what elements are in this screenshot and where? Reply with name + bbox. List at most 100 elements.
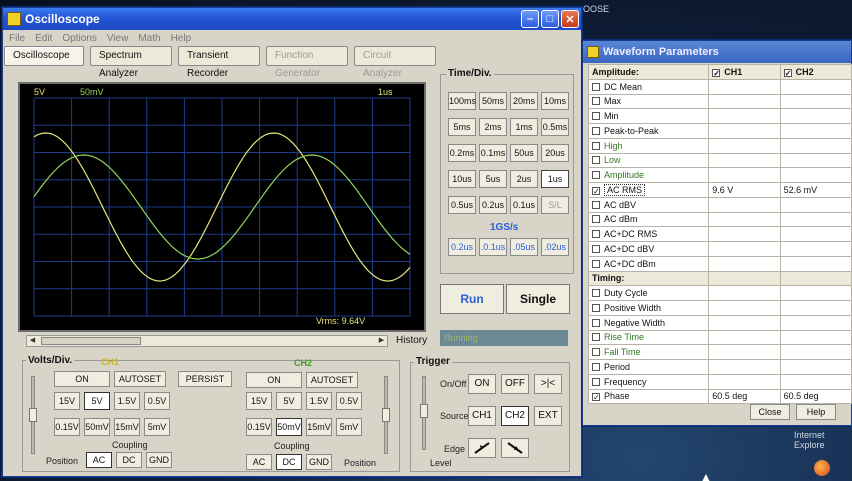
parameter-checkbox[interactable] — [592, 244, 600, 253]
ch1-position-knob[interactable] — [29, 408, 37, 422]
fast-timediv-button[interactable]: 0.2us — [448, 238, 476, 256]
timediv-button[interactable]: 10us — [448, 170, 476, 188]
parameter-checkbox[interactable]: ✓ — [592, 393, 600, 402]
maximize-button[interactable]: □ — [541, 10, 559, 28]
parameter-row[interactable]: DC Mean — [587, 78, 852, 95]
timediv-button[interactable]: 5us — [479, 170, 507, 188]
parameter-checkbox[interactable] — [592, 112, 600, 121]
ch1-volts-button[interactable]: 0.15V — [54, 418, 80, 436]
trigger-source-ch2-button[interactable]: CH2 — [501, 406, 529, 426]
menu-help[interactable]: Help — [171, 33, 192, 44]
parameter-row[interactable]: AC+DC dBV — [587, 241, 852, 257]
ch2-column-header[interactable]: ✓ CH2 — [779, 64, 852, 80]
menu-view[interactable]: View — [107, 33, 129, 44]
parameter-row[interactable]: ✓ AC RMS 9.6 V 52.6 mV — [587, 182, 852, 198]
parameter-row[interactable]: AC+DC RMS — [587, 226, 852, 242]
parameter-row[interactable]: Positive Width — [587, 300, 852, 316]
fast-timediv-button[interactable]: .02us — [541, 238, 569, 256]
parameter-row[interactable]: Duty Cycle — [587, 285, 852, 301]
parameter-row[interactable]: AC+DC dBm — [587, 255, 852, 272]
ch1-volts-button[interactable]: 0.5V — [144, 392, 170, 410]
trigger-source-ch1-button[interactable]: CH1 — [468, 406, 496, 426]
parameter-checkbox[interactable] — [592, 171, 600, 180]
timediv-button[interactable]: 50ms — [479, 92, 507, 110]
trigger-on-button[interactable]: ON — [468, 374, 496, 394]
parameter-row[interactable]: Low — [587, 152, 852, 169]
falling-edge-button[interactable] — [501, 438, 529, 458]
ch2-volts-button[interactable]: 15mV — [306, 418, 332, 436]
ch1-coupling-gnd-button[interactable]: GND — [146, 452, 172, 468]
ch1-volts-button[interactable]: 50mV — [84, 418, 110, 436]
tab-circuit-analyzer[interactable]: Circuit Analyzer — [354, 46, 436, 79]
parameter-checkbox[interactable] — [592, 230, 600, 239]
scope-display[interactable]: 5V 50mV 1us Vrms: 9.64V — [18, 82, 426, 332]
timediv-button[interactable]: 2us — [510, 170, 538, 188]
ch2-coupling-gnd-button[interactable]: GND — [306, 454, 332, 470]
fast-timediv-button[interactable]: .05us — [510, 238, 538, 256]
menu-math[interactable]: Math — [138, 33, 160, 44]
menu-options[interactable]: Options — [62, 33, 96, 44]
parameter-row[interactable]: Negative Width — [587, 314, 852, 331]
parameter-row[interactable]: Peak-to-Peak — [587, 123, 852, 139]
trigger-center-button[interactable]: >|< — [534, 374, 562, 394]
timediv-button[interactable]: 20us — [541, 144, 569, 162]
tab-function-generator[interactable]: Function Generator — [266, 46, 348, 79]
ch1-autoset-button[interactable]: AUTOSET — [114, 371, 166, 387]
ch2-volts-button[interactable]: 5mV — [336, 418, 362, 436]
scroll-left-icon[interactable]: ◀ — [27, 336, 38, 346]
parameter-checkbox[interactable] — [592, 200, 600, 209]
timediv-button[interactable]: 2ms — [479, 118, 507, 136]
parameter-row[interactable]: Amplitude — [587, 167, 852, 183]
ch1-volts-button[interactable]: 15V — [54, 392, 80, 410]
parameter-row[interactable]: Period — [587, 359, 852, 375]
parameter-checkbox[interactable] — [592, 126, 600, 135]
ch1-coupling-ac-button[interactable]: AC — [86, 452, 112, 468]
timediv-button[interactable]: 5ms — [448, 118, 476, 136]
parameter-row[interactable]: AC dBV — [587, 196, 852, 213]
tab-spectrum-analyzer[interactable]: Spectrum Analyzer — [90, 46, 172, 79]
run-button[interactable]: Run — [440, 284, 504, 314]
ch1-column-header[interactable]: ✓ CH1 — [708, 64, 781, 80]
parameter-row[interactable]: High — [587, 137, 852, 154]
menu-file[interactable]: File — [9, 33, 25, 44]
timediv-button[interactable]: 100ms — [448, 92, 476, 110]
ch2-volts-button[interactable]: 0.5V — [336, 392, 362, 410]
parameter-checkbox[interactable]: ✓ — [592, 186, 600, 195]
ch2-autoset-button[interactable]: AUTOSET — [306, 372, 358, 388]
minimize-button[interactable]: – — [521, 10, 539, 28]
tab-oscilloscope[interactable]: Oscilloscope — [4, 46, 84, 66]
scroll-right-icon[interactable]: ▶ — [376, 336, 387, 346]
help-params-button[interactable]: Help — [796, 404, 836, 420]
timediv-button[interactable]: 0.1ms — [479, 144, 507, 162]
rising-edge-button[interactable] — [468, 438, 496, 458]
ch1-volts-button[interactable]: 5mV — [144, 418, 170, 436]
parameter-row[interactable]: ✓ Phase 60.5 deg 60.5 deg — [587, 388, 852, 405]
timediv-button[interactable]: 10ms — [541, 92, 569, 110]
scroll-thumb[interactable] — [41, 337, 141, 345]
parameter-row[interactable]: AC dBm — [587, 211, 852, 228]
parameter-checkbox[interactable] — [592, 141, 600, 150]
parameter-checkbox[interactable] — [592, 318, 600, 327]
ch1-volts-button[interactable]: 1.5V — [114, 392, 140, 410]
ch1-enabled-checkbox[interactable]: ✓ — [712, 68, 721, 77]
timediv-button[interactable]: 1us — [541, 170, 569, 188]
parameter-row[interactable]: Fall Time — [587, 344, 852, 360]
ch2-volts-button[interactable]: 15V — [246, 392, 272, 410]
ch1-coupling-dc-button[interactable]: DC — [116, 452, 142, 468]
ch2-volts-button[interactable]: 5V — [276, 392, 302, 410]
ch2-volts-button[interactable]: 0.15V — [246, 418, 272, 436]
parameter-checkbox[interactable] — [592, 348, 600, 357]
fast-timediv-button[interactable]: .0.1us — [479, 238, 507, 256]
parameter-checkbox[interactable] — [592, 82, 600, 91]
parameter-row[interactable]: Rise Time — [587, 329, 852, 346]
menu-edit[interactable]: Edit — [35, 33, 52, 44]
parameter-checkbox[interactable] — [592, 303, 600, 312]
close-params-button[interactable]: Close — [750, 404, 790, 420]
timediv-button[interactable]: 0.2ms — [448, 144, 476, 162]
ch2-enabled-checkbox[interactable]: ✓ — [783, 68, 792, 77]
trigger-level-knob[interactable] — [420, 404, 428, 418]
parameter-row[interactable]: Min — [587, 108, 852, 124]
parameter-row[interactable]: Max — [587, 93, 852, 110]
ch1-volts-button[interactable]: 15mV — [114, 418, 140, 436]
parameter-checkbox[interactable] — [592, 215, 600, 224]
